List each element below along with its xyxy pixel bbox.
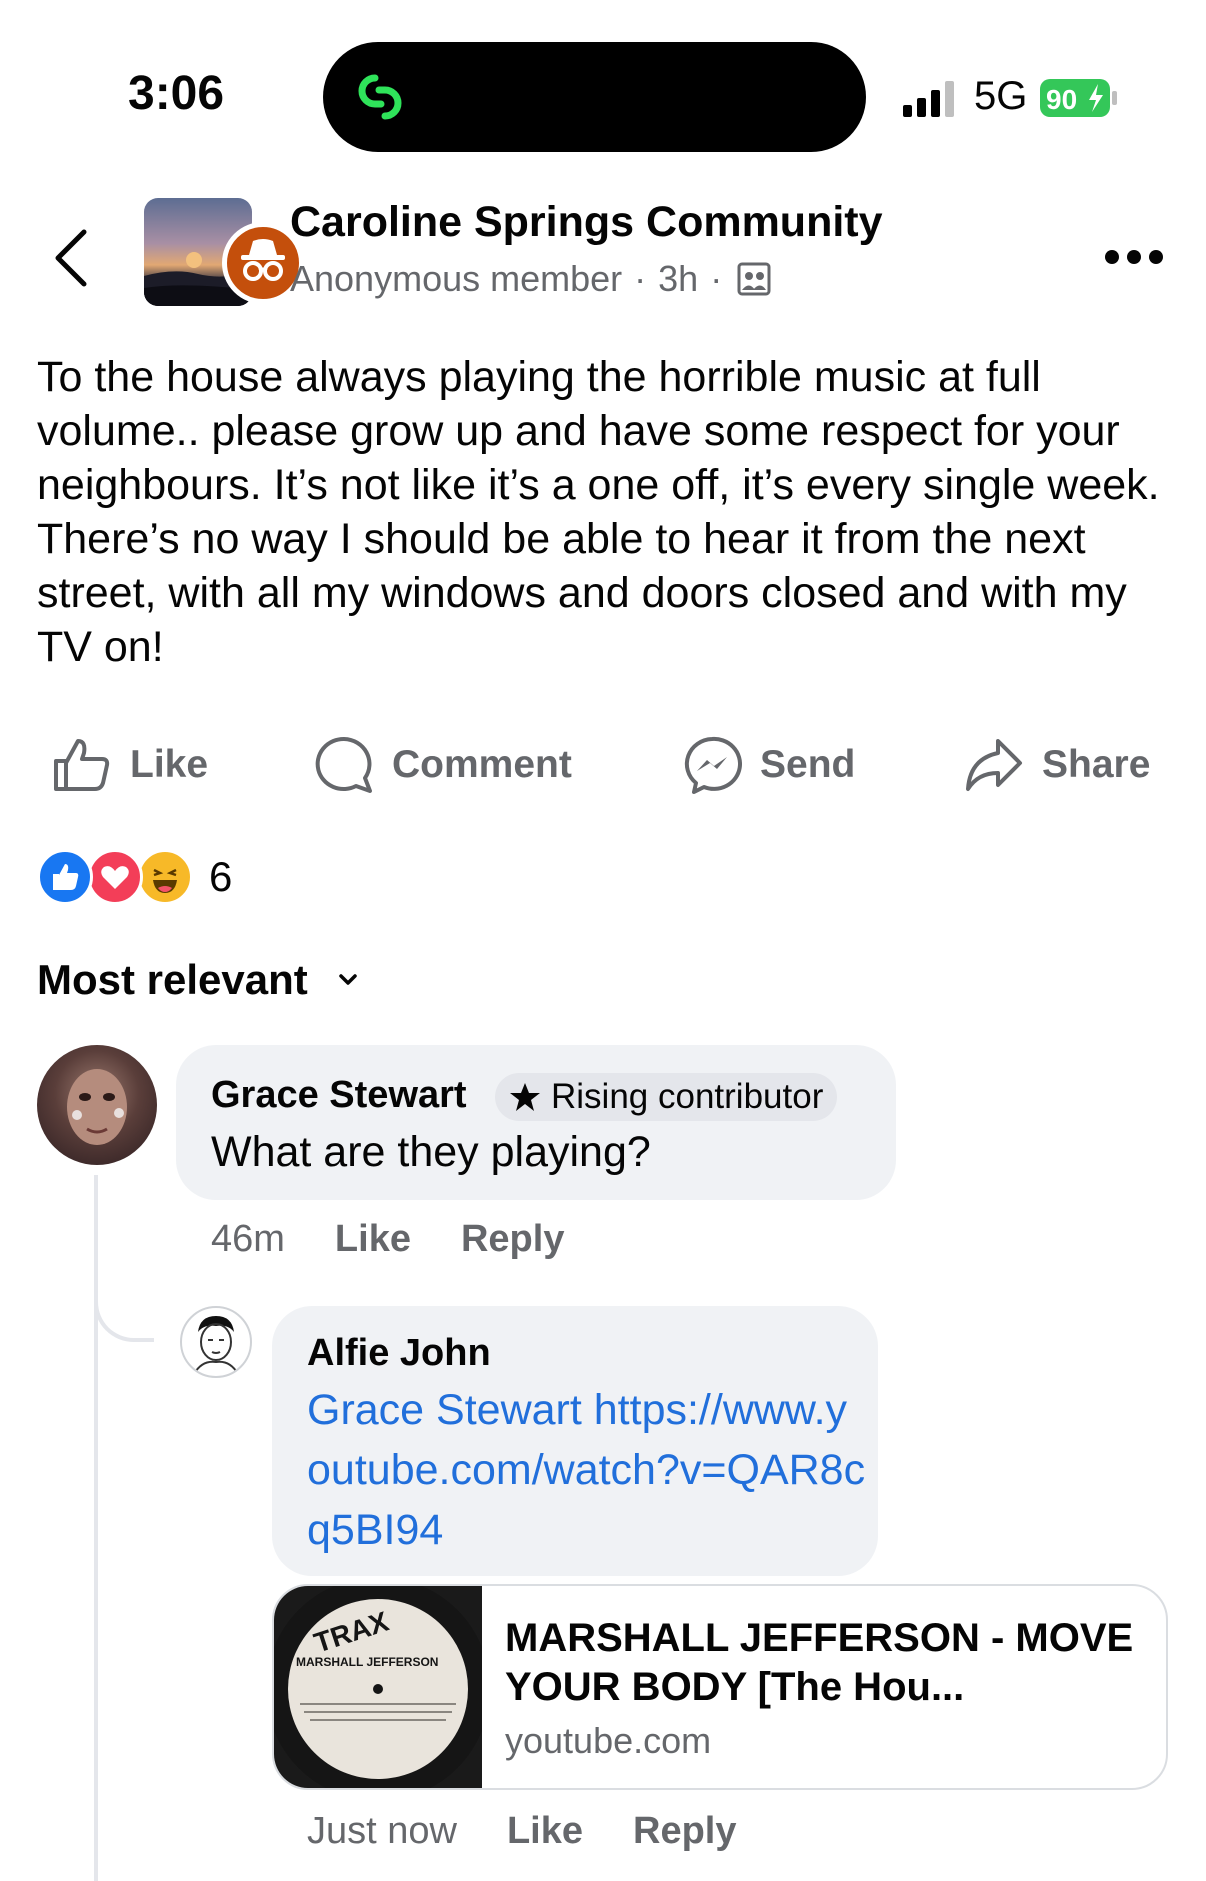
avatar[interactable]: [180, 1306, 252, 1378]
comment-icon: [315, 736, 372, 793]
reactions-summary[interactable]: 6: [37, 849, 233, 905]
thread-connector: [94, 1268, 154, 1342]
comment-like-button[interactable]: Like: [507, 1810, 583, 1853]
more-options-button[interactable]: [1104, 248, 1164, 266]
status-time: 3:06: [128, 67, 225, 120]
group-name[interactable]: Caroline Springs Community: [290, 198, 883, 247]
post-time: 3h: [658, 258, 699, 299]
dynamic-island: [323, 42, 866, 152]
comment-meta: 46m Like Reply: [211, 1218, 614, 1261]
network-label: 5G: [974, 74, 1028, 118]
chevron-down-icon: [339, 974, 357, 985]
contributor-badge: Rising contributor: [495, 1073, 838, 1121]
post-text: To the house always playing the horrible…: [37, 353, 1160, 671]
comment-reply-button[interactable]: Reply: [633, 1810, 736, 1853]
comment-like-button[interactable]: Like: [335, 1218, 411, 1261]
sort-label: Most relevant: [37, 956, 308, 1003]
link-app-icon: [358, 74, 402, 120]
profile-photo: [67, 1069, 127, 1145]
comment-author[interactable]: Alfie John: [307, 1332, 491, 1375]
send-label: Send: [760, 743, 856, 786]
comment-text: What are they playing?: [211, 1128, 651, 1176]
back-button[interactable]: [48, 226, 96, 290]
comment-link[interactable]: Grace Stewart https://www.youtube.com/wa…: [307, 1380, 867, 1560]
share-icon: [966, 739, 1022, 791]
post-author: Anonymous member: [290, 258, 623, 299]
comment-reply-button[interactable]: Reply: [461, 1218, 564, 1261]
signal-icon: [903, 81, 954, 117]
comment-time: Just now: [307, 1810, 457, 1852]
messenger-icon: [684, 736, 742, 794]
thumbs-up-icon: [54, 739, 110, 791]
meta-separator: ·: [634, 258, 647, 299]
incognito-icon: [241, 239, 285, 281]
star-icon: [510, 1083, 540, 1111]
video-thumbnail: TRAX MARSHALL JEFFERSON: [274, 1586, 490, 1788]
like-button[interactable]: Like: [52, 730, 208, 800]
like-label: Like: [130, 743, 209, 786]
comment-button[interactable]: Comment: [314, 730, 572, 800]
badge-label: Rising contributor: [551, 1077, 824, 1116]
comment-label: Comment: [392, 743, 572, 786]
share-label: Share: [1042, 743, 1151, 786]
preview-domain: youtube.com: [505, 1720, 712, 1761]
like-icon: [37, 849, 93, 905]
avatar[interactable]: [37, 1045, 157, 1165]
post-meta: Anonymous member · 3h ·: [290, 258, 772, 300]
comment-time: 46m: [211, 1218, 285, 1260]
love-icon: [87, 849, 143, 905]
send-button[interactable]: Send: [682, 730, 855, 800]
profile-sketch: [193, 1316, 239, 1375]
comment-meta: Just now Like Reply: [307, 1810, 787, 1853]
preview-title[interactable]: MARSHALL JEFFERSON - MOVE YOUR BODY [The…: [505, 1614, 1145, 1712]
comment-author[interactable]: Grace Stewart: [211, 1074, 467, 1117]
haha-icon: [137, 849, 193, 905]
share-button[interactable]: Share: [964, 730, 1150, 800]
battery-icon: 90: [1040, 79, 1117, 117]
record-label-artist: MARSHALL JEFFERSON: [296, 1655, 438, 1669]
members-icon: [737, 262, 771, 296]
sort-dropdown[interactable]: Most relevant: [37, 956, 358, 1004]
meta-separator: ·: [710, 258, 723, 299]
battery-level: 90: [1046, 84, 1077, 115]
reaction-count: 6: [209, 853, 233, 900]
